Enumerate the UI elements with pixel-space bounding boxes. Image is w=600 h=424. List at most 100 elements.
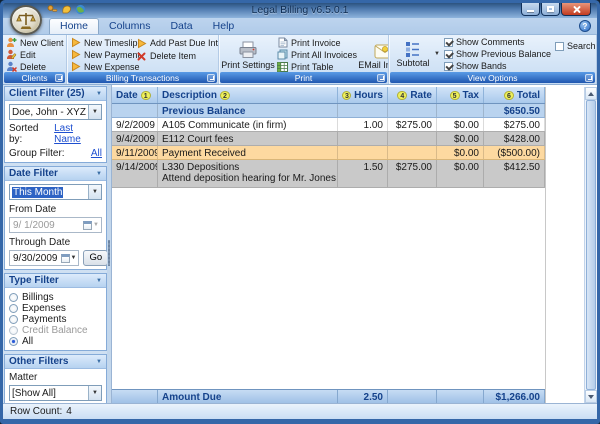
ribbon-item-label: Print Invoice: [291, 38, 341, 48]
delete-client-icon: [6, 61, 17, 72]
add-past-due-interest-button[interactable]: Add Past Due Interest: [136, 37, 218, 49]
chevron-down-icon: ▼: [93, 222, 99, 228]
yellow-arrow-icon: [70, 61, 81, 72]
minimize-button[interactable]: [521, 3, 540, 16]
column-header-rate[interactable]: 4Rate: [388, 87, 437, 103]
matter-label: Matter: [9, 372, 102, 383]
scroll-up-button[interactable]: [585, 87, 597, 100]
column-header-description[interactable]: Description2: [158, 87, 338, 103]
radio-label: Payments: [22, 314, 66, 325]
ribbon-tabs: Home Columns Data Help ?: [3, 18, 597, 34]
group-expander-icon[interactable]: [55, 74, 63, 82]
row-comment: Attend deposition hearing for Mr. Jones: [162, 173, 333, 184]
combo-dropdown-button[interactable]: ▼: [88, 105, 101, 119]
calendar-icon: [61, 254, 70, 263]
window-controls: [521, 3, 591, 16]
table-row-previous-balance[interactable]: Previous Balance $650.50: [112, 104, 545, 118]
table-header-row: Date1 Description2 3Hours 4Rate 5Tax: [112, 87, 545, 104]
group-expander-icon[interactable]: [377, 74, 385, 82]
delete-item-button[interactable]: Delete Item: [136, 50, 218, 62]
show-bands-checkbox[interactable]: Show Bands: [444, 61, 551, 71]
client-filter-panel: Client Filter (25)▼ Doe, John - XYZ Corp…: [4, 86, 107, 163]
email-invoice-button[interactable]: EMail Invoice: [360, 37, 388, 71]
date-preset-select[interactable]: This Month ▼: [9, 184, 102, 200]
combo-dropdown-button[interactable]: ▼: [88, 185, 101, 199]
chevron-down-icon: ▼: [96, 278, 102, 284]
go-button[interactable]: Go: [83, 250, 107, 266]
filter-sidebar: Client Filter (25)▼ Doe, John - XYZ Corp…: [3, 85, 107, 403]
radio-icon: [9, 337, 18, 346]
radio-label: Billings: [22, 292, 54, 303]
vertical-scrollbar[interactable]: [584, 87, 597, 403]
matter-select[interactable]: [Show All] ▼: [9, 385, 102, 401]
new-client-icon: [6, 37, 17, 48]
print-table-button[interactable]: Print Table: [277, 61, 357, 72]
subtotal-button[interactable]: Subtotal: [392, 40, 434, 69]
yellow-arrow-icon: [70, 37, 81, 48]
tab-help[interactable]: Help: [203, 19, 245, 34]
show-comments-checkbox[interactable]: Show Comments: [444, 37, 551, 47]
close-button[interactable]: [561, 3, 591, 16]
checkbox-label: Show Previous Balance: [456, 49, 551, 59]
through-date-label: Through Date: [9, 237, 102, 248]
tab-data[interactable]: Data: [160, 19, 202, 34]
subtotal-dropdown-arrow[interactable]: ▼: [434, 51, 440, 57]
print-all-invoices-button[interactable]: Print All Invoices: [277, 49, 357, 60]
column-header-hours[interactable]: 3Hours: [338, 87, 388, 103]
scroll-down-button[interactable]: [585, 390, 597, 403]
type-filter-header[interactable]: Type Filter▼: [5, 274, 106, 288]
delete-client-button[interactable]: Delete: [6, 61, 64, 72]
edit-client-button[interactable]: Edit: [6, 49, 64, 60]
table-row[interactable]: 9/4/2009 E112 Court fees $0.00 $428.00: [112, 132, 545, 146]
print-settings-button[interactable]: Print Settings: [222, 37, 274, 71]
arrow-up-icon: [588, 92, 594, 96]
tab-home[interactable]: Home: [49, 18, 99, 34]
other-filters-header[interactable]: Other Filters▼: [5, 355, 106, 369]
radio-credit-balance[interactable]: Credit Balance: [9, 325, 102, 335]
ribbon-group-billing-transactions: New Timeslip New Payment New Expense Add: [67, 35, 219, 84]
ribbon-item-label: Print All Invoices: [291, 50, 357, 60]
maximize-button[interactable]: [541, 3, 560, 16]
new-expense-button[interactable]: New Expense: [70, 61, 132, 72]
window-title: Legal Billing v6.5.0.1: [3, 4, 597, 16]
group-expander-icon[interactable]: [585, 74, 593, 82]
radio-expenses[interactable]: Expenses: [9, 303, 102, 313]
group-filter-link[interactable]: All: [91, 148, 102, 159]
sorted-by-link[interactable]: Last Name: [54, 123, 102, 145]
scrollbar-thumb[interactable]: [586, 100, 596, 390]
combo-dropdown-button[interactable]: ▼: [88, 386, 101, 400]
new-timeslip-button[interactable]: New Timeslip: [70, 37, 132, 48]
table-row[interactable]: 9/14/2009 L330 Depositions Attend deposi…: [112, 160, 545, 188]
sorted-by-label: Sorted by:: [9, 123, 54, 145]
search-footer-checkbox[interactable]: Search Footer: [555, 40, 596, 52]
group-expander-icon[interactable]: [207, 74, 215, 82]
radio-billings[interactable]: Billings: [9, 292, 102, 302]
column-header-total[interactable]: 6Total: [484, 87, 545, 103]
chevron-down-icon: ▼: [71, 255, 77, 261]
client-filter-header[interactable]: Client Filter (25)▼: [5, 87, 106, 101]
table-row[interactable]: 9/2/2009 A105 Communicate (in firm) 1.00…: [112, 118, 545, 132]
show-previous-balance-checkbox[interactable]: Show Previous Balance: [444, 49, 551, 59]
yellow-arrow-icon: [136, 38, 147, 49]
column-header-tax[interactable]: 5Tax: [437, 87, 484, 103]
column-header-date[interactable]: Date1: [112, 87, 158, 103]
amount-due-label: Amount Due: [158, 390, 338, 403]
through-date-field[interactable]: 9/30/2009 ▼: [9, 250, 79, 266]
chevron-down-icon: ▼: [96, 91, 102, 97]
new-payment-button[interactable]: New Payment: [70, 49, 132, 60]
chevron-down-icon: ▼: [96, 171, 102, 177]
table-row-payment[interactable]: 9/11/2009 Payment Received $0.00 ($500.0…: [112, 146, 545, 160]
radio-all[interactable]: All: [9, 336, 102, 346]
new-client-button[interactable]: New Client: [6, 37, 64, 48]
radio-payments[interactable]: Payments: [9, 314, 102, 324]
tab-columns[interactable]: Columns: [99, 19, 160, 34]
checkbox-icon: [444, 38, 453, 47]
from-date-field[interactable]: 9/ 1/2009 ▼: [9, 217, 102, 233]
ribbon-item-label: Edit: [20, 50, 36, 60]
app-menu-orb[interactable]: [10, 5, 42, 35]
print-invoice-button[interactable]: Print Invoice: [277, 37, 357, 48]
client-select[interactable]: Doe, John - XYZ Corporation ▼: [9, 104, 102, 120]
date-filter-header[interactable]: Date Filter▼: [5, 167, 106, 181]
help-button[interactable]: ?: [579, 20, 591, 32]
radio-icon: [9, 304, 18, 313]
